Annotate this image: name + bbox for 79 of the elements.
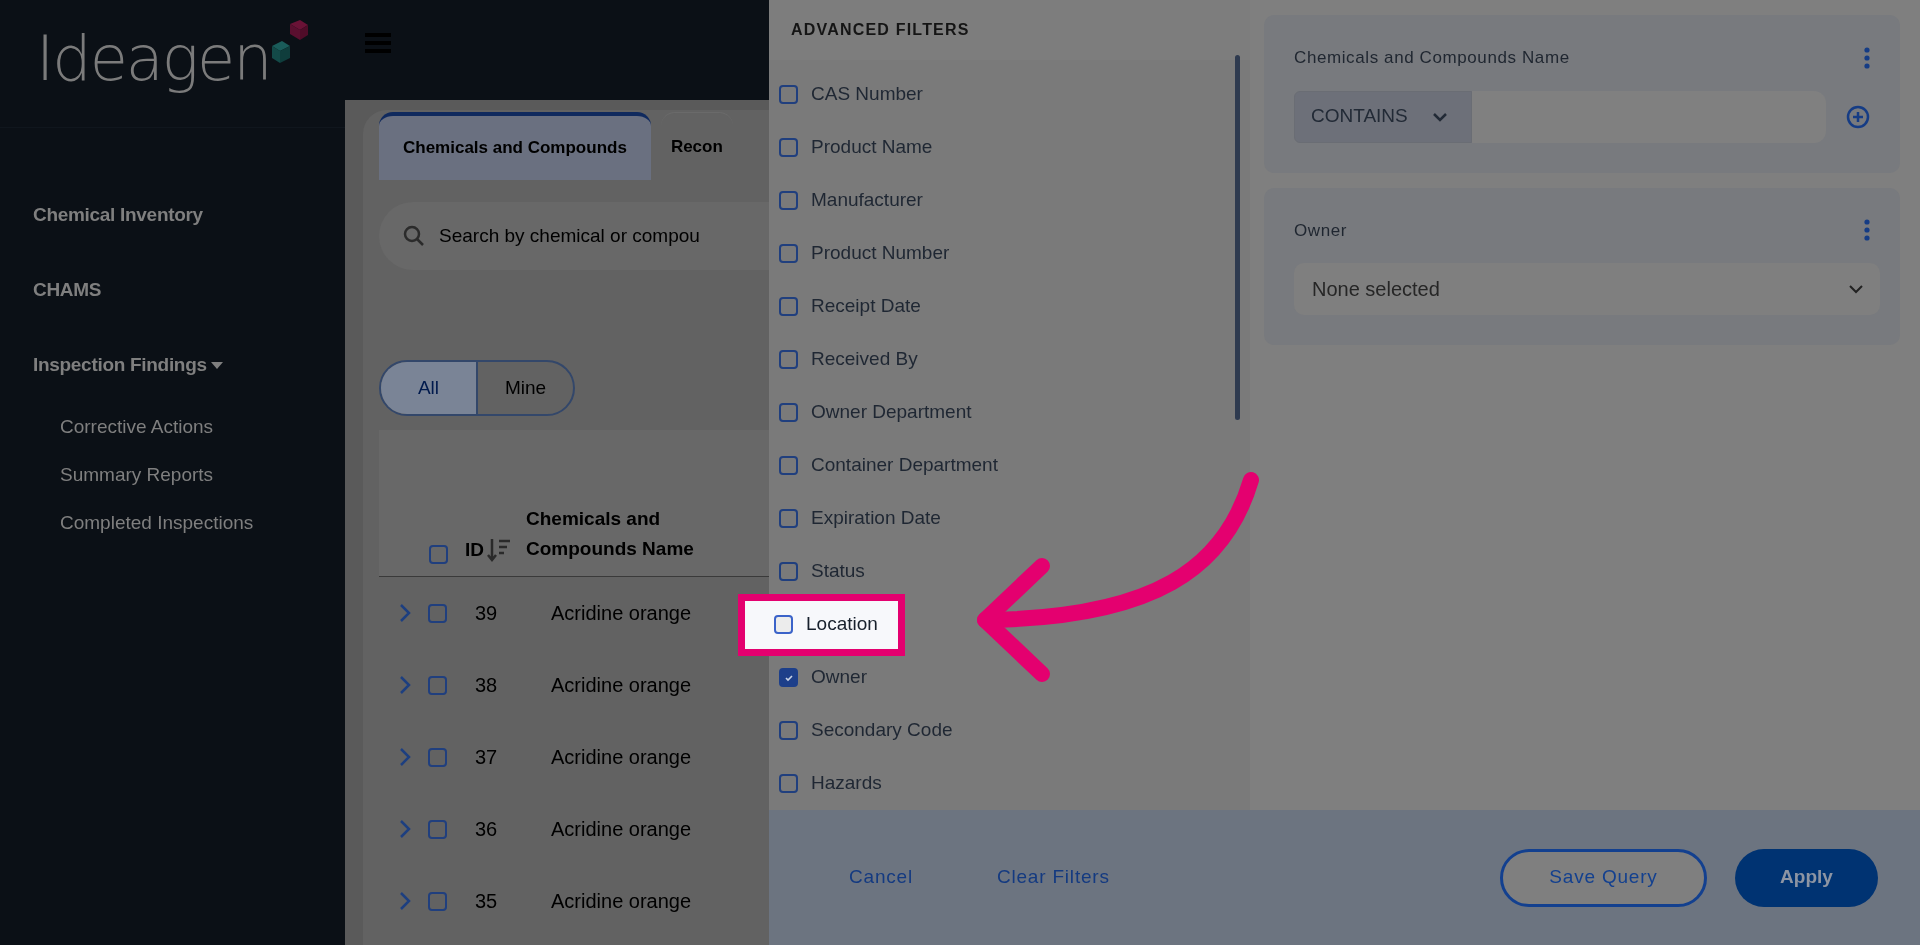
kebab-icon[interactable] xyxy=(1864,219,1870,242)
checkbox[interactable] xyxy=(779,562,798,581)
filter-option[interactable]: Received By xyxy=(769,335,918,384)
checkbox[interactable] xyxy=(428,819,447,839)
checkmark-icon xyxy=(783,672,794,683)
filter-option[interactable]: Expiration Date xyxy=(769,494,941,543)
checkbox[interactable] xyxy=(779,138,798,157)
sidebar-item[interactable]: Chemical Inventory xyxy=(33,201,203,230)
checkbox[interactable] xyxy=(779,456,798,475)
table-cell-text: Acridine orange xyxy=(551,673,692,698)
checkbox[interactable] xyxy=(774,615,793,634)
toggle-option[interactable]: Mine xyxy=(476,362,573,414)
filter-option[interactable]: Product Number xyxy=(769,229,950,278)
checkbox[interactable] xyxy=(779,668,798,687)
sidebar-subitem[interactable]: Summary Reports xyxy=(60,460,214,490)
sidebar-subitem[interactable]: Completed Inspections xyxy=(60,508,254,538)
table-cell-text: 36 xyxy=(475,817,499,842)
checkbox[interactable] xyxy=(779,774,798,793)
dropdown-field[interactable]: None selected xyxy=(1294,263,1880,315)
apply-button[interactable]: Apply xyxy=(1735,848,1878,907)
filter-option[interactable]: Receipt Date xyxy=(769,282,921,331)
filter-option[interactable]: CAS Number xyxy=(769,70,923,119)
table-cell-text: 38 xyxy=(475,673,499,698)
chevron-right-icon[interactable] xyxy=(399,819,411,839)
filter-label: Chemicals and Compounds Name xyxy=(1294,47,1570,69)
panel-title: ADVANCED FILTERS xyxy=(791,20,970,40)
chevron-right-icon[interactable] xyxy=(399,675,411,695)
table-cell-text: Acridine orange xyxy=(551,745,692,770)
save-query-button[interactable]: Save Query xyxy=(1500,848,1707,907)
checkbox[interactable] xyxy=(779,403,798,422)
filter-option[interactable]: Owner xyxy=(769,653,867,702)
table-cell-text: Acridine orange xyxy=(551,601,692,626)
checkbox[interactable] xyxy=(779,721,798,740)
checkbox[interactable] xyxy=(779,244,798,263)
checkbox[interactable] xyxy=(779,509,798,528)
tab[interactable]: Chemicals and Compounds xyxy=(379,112,651,180)
toggle-option[interactable]: All xyxy=(381,362,476,414)
chevron-right-icon[interactable] xyxy=(399,891,411,911)
checkbox[interactable] xyxy=(429,545,448,564)
link-button[interactable]: Clear Filters xyxy=(984,855,1122,900)
scrollbar[interactable] xyxy=(1235,55,1240,420)
chevron-right-icon[interactable] xyxy=(399,747,411,767)
sidebar-subitem[interactable]: Corrective Actions xyxy=(60,412,214,442)
checkbox[interactable] xyxy=(779,297,798,316)
filter-option[interactable]: Hazards xyxy=(769,759,882,808)
table-cell-text: 39 xyxy=(475,601,499,626)
checkbox[interactable] xyxy=(779,191,798,210)
operator-select[interactable]: CONTAINS xyxy=(1294,90,1472,143)
sidebar-item[interactable]: Inspection Findings xyxy=(33,351,223,380)
checkbox[interactable] xyxy=(428,747,447,767)
plus-circle-icon[interactable] xyxy=(1846,104,1870,129)
filter-option[interactable]: Product Name xyxy=(769,123,933,172)
filter-option[interactable]: Manufacturer xyxy=(769,176,923,225)
column-header[interactable]: ID xyxy=(465,535,484,564)
checkbox[interactable] xyxy=(428,891,447,911)
tab[interactable]: Recon xyxy=(660,112,733,180)
table-cell-text: Acridine orange xyxy=(551,817,692,842)
table-cell-text: 37 xyxy=(475,745,499,770)
checkbox[interactable] xyxy=(779,350,798,369)
search-field[interactable]: Search by chemical or compou xyxy=(379,202,769,270)
filter-option[interactable]: Container Department xyxy=(769,441,998,490)
kebab-icon[interactable] xyxy=(1864,46,1870,69)
search-icon xyxy=(403,225,425,247)
link-button[interactable]: Cancel xyxy=(837,855,925,900)
chevron-down-icon xyxy=(1848,284,1864,294)
filter-option[interactable]: Status xyxy=(769,547,865,596)
checkbox[interactable] xyxy=(779,85,798,104)
filter-label: Owner xyxy=(1294,219,1348,242)
filter-option[interactable]: Owner Department xyxy=(769,388,972,437)
chevron-right-icon[interactable] xyxy=(399,603,411,623)
checkbox[interactable] xyxy=(428,675,447,695)
table-cell-text: Acridine orange xyxy=(551,889,692,914)
checkbox[interactable] xyxy=(428,603,447,623)
chevron-down-icon xyxy=(1431,111,1448,122)
filter-option[interactable]: Secondary Code xyxy=(769,706,953,755)
table-cell-text: 35 xyxy=(475,889,499,914)
sidebar-item[interactable]: CHAMS xyxy=(33,276,102,305)
column-header[interactable]: Chemicals and Compounds Name xyxy=(526,504,726,564)
sort-icon[interactable] xyxy=(486,536,512,563)
